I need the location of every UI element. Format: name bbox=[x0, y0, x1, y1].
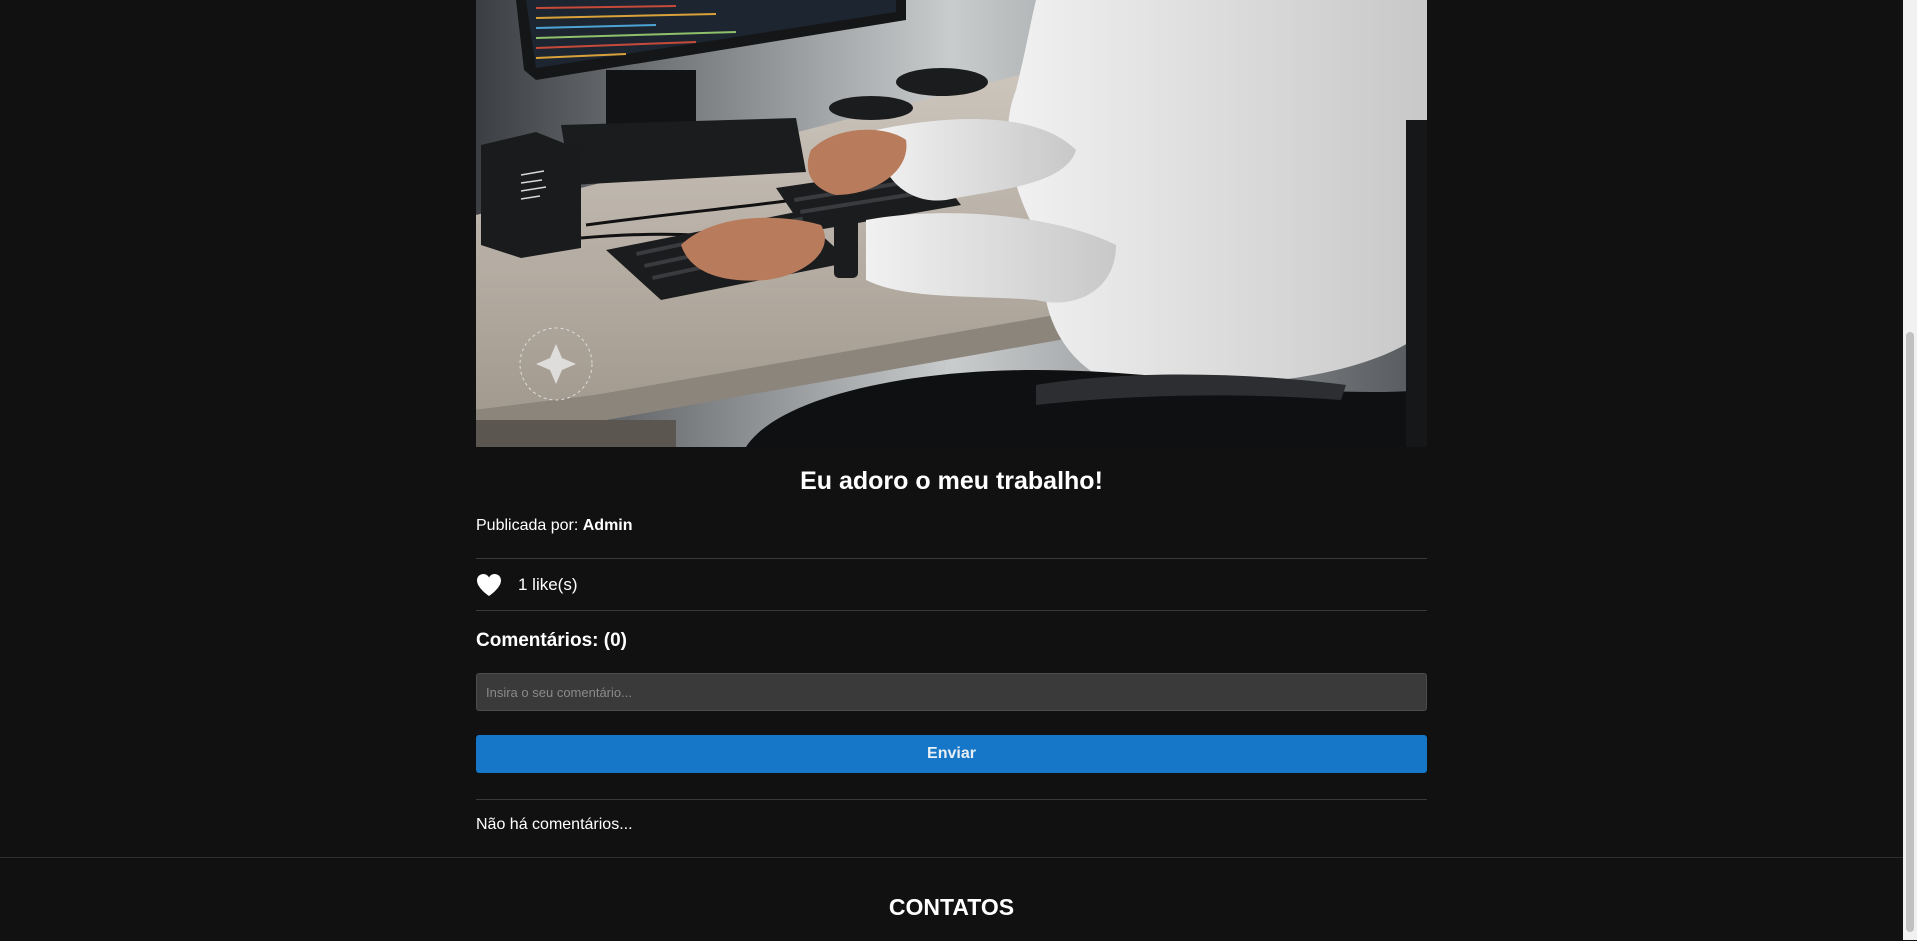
page: Eu adoro o meu trabalho! Publicada por: … bbox=[0, 0, 1903, 940]
divider bbox=[476, 558, 1427, 559]
comments-heading: Comentários: (0) bbox=[476, 630, 627, 651]
likes-row: 1 like(s) bbox=[476, 560, 1427, 610]
divider bbox=[476, 799, 1427, 800]
scrollbar-thumb[interactable] bbox=[1906, 332, 1914, 932]
footer: CONTATOS bbox=[0, 857, 1903, 941]
contacts-heading: CONTATOS bbox=[888, 894, 1015, 920]
no-comments-message: Não há comentários... bbox=[476, 816, 633, 833]
scrollbar[interactable] bbox=[1903, 0, 1917, 940]
heart-icon[interactable] bbox=[476, 573, 502, 597]
author-prefix: Publicada por: bbox=[476, 517, 579, 534]
comment-input[interactable] bbox=[476, 673, 1427, 711]
post-author: Publicada por: Admin bbox=[476, 517, 1427, 541]
post-image bbox=[476, 0, 1427, 447]
post-title: Eu adoro o meu trabalho! bbox=[800, 467, 1103, 495]
author-name: Admin bbox=[582, 517, 633, 534]
office-photo bbox=[476, 0, 1427, 447]
like-count: 1 like(s) bbox=[518, 575, 578, 594]
divider bbox=[476, 610, 1427, 611]
post-card: Eu adoro o meu trabalho! Publicada por: … bbox=[476, 0, 1427, 838]
send-button[interactable]: Enviar bbox=[476, 735, 1427, 773]
